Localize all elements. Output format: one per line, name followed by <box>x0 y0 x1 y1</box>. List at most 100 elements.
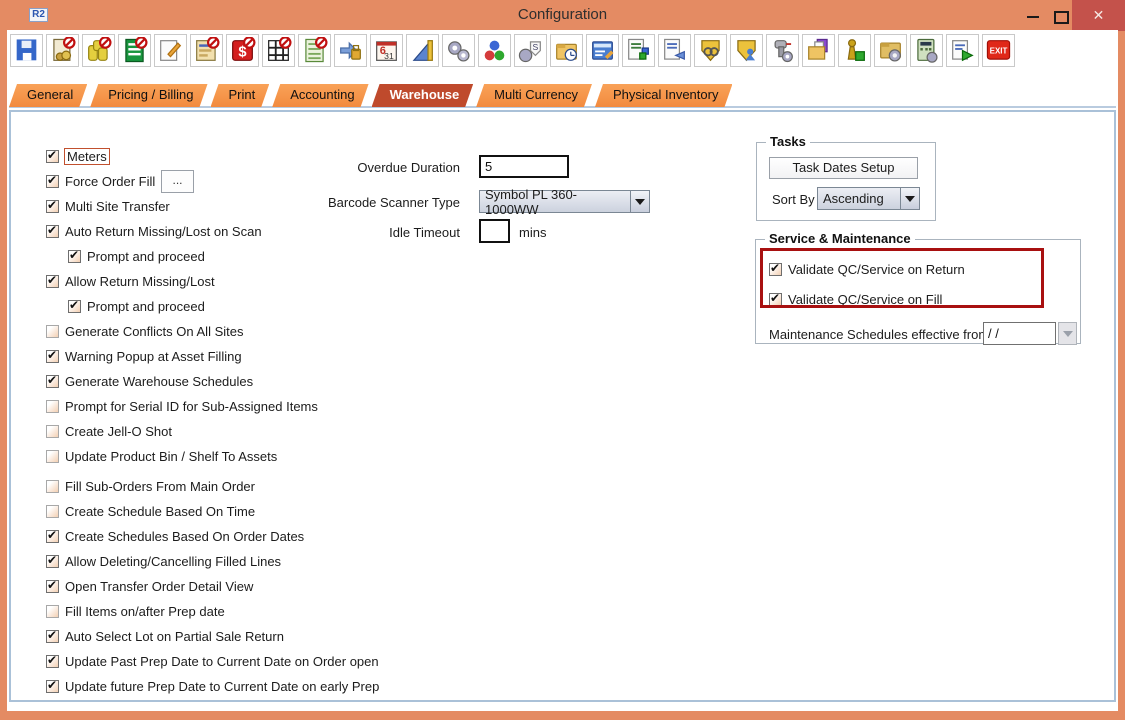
checked-checkbox[interactable] <box>46 680 59 693</box>
checked-checkbox[interactable] <box>46 580 59 593</box>
unchecked-checkbox[interactable] <box>46 505 59 518</box>
effective-from-date-picker[interactable] <box>1058 322 1077 345</box>
checkbox-row: Fill Sub-Orders From Main Order <box>46 478 255 495</box>
checkbox-row: Auto Return Missing/Lost on Scan <box>46 223 262 240</box>
checkbox-label: Force Order Fill <box>65 174 155 189</box>
barcode-scanner-type-select[interactable]: Symbol PL 360-1000WW <box>479 190 650 213</box>
chevron-down-icon[interactable] <box>630 191 649 212</box>
document-package-icon[interactable] <box>622 34 655 67</box>
unchecked-checkbox[interactable] <box>46 450 59 463</box>
checkbox-row: Allow Deleting/Cancelling Filled Lines <box>46 553 281 570</box>
checked-checkbox[interactable] <box>46 375 59 388</box>
checked-checkbox[interactable] <box>46 150 59 163</box>
checkbox-label: Fill Items on/after Prep date <box>65 604 225 619</box>
svg-text:31: 31 <box>384 51 394 61</box>
color-spheres-icon[interactable] <box>478 34 511 67</box>
checkbox-label: Update future Prep Date to Current Date … <box>65 679 379 694</box>
statue-cube-icon[interactable] <box>838 34 871 67</box>
service-maintenance-group: Service & Maintenance Validate QC/Servic… <box>755 239 1081 344</box>
chevron-down-icon[interactable] <box>900 188 919 209</box>
tab-print[interactable]: Print <box>211 84 270 107</box>
checkbox-label: Allow Return Missing/Lost <box>65 274 215 289</box>
save-icon[interactable] <box>10 34 43 67</box>
checkbox-row: Allow Return Missing/Lost <box>46 273 215 290</box>
checkbox-label: Generate Conflicts On All Sites <box>65 324 243 339</box>
checkbox-label: Open Transfer Order Detail View <box>65 579 253 594</box>
force-order-fill-options-button[interactable]: ... <box>161 170 194 193</box>
calendar-icon[interactable]: 631 <box>370 34 403 67</box>
unchecked-checkbox[interactable] <box>46 425 59 438</box>
checked-checkbox[interactable] <box>46 275 59 288</box>
unchecked-checkbox[interactable] <box>46 400 59 413</box>
order-form-icon[interactable] <box>190 34 223 67</box>
svg-text:S: S <box>533 42 539 52</box>
sort-by-select[interactable]: Ascending <box>817 187 920 210</box>
shield-user-icon[interactable] <box>730 34 763 67</box>
unchecked-checkbox[interactable] <box>46 605 59 618</box>
gears-icon[interactable] <box>442 34 475 67</box>
overdue-duration-input[interactable] <box>479 155 569 178</box>
spreadsheet-icon[interactable] <box>298 34 331 67</box>
calculator-gear-icon[interactable] <box>910 34 943 67</box>
sort-by-value: Ascending <box>818 191 900 206</box>
inventory-grid-icon[interactable] <box>262 34 295 67</box>
ruler-icon[interactable] <box>406 34 439 67</box>
checked-checkbox[interactable] <box>46 175 59 188</box>
unchecked-checkbox[interactable] <box>46 480 59 493</box>
checkbox-label: Fill Sub-Orders From Main Order <box>65 479 255 494</box>
scanner-gear-icon[interactable] <box>766 34 799 67</box>
effective-from-date-input[interactable] <box>983 322 1056 345</box>
folder-clock-icon[interactable] <box>550 34 583 67</box>
invoice-icon[interactable] <box>118 34 151 67</box>
tab-pricing-billing[interactable]: Pricing / Billing <box>90 84 207 107</box>
task-dates-setup-button[interactable]: Task Dates Setup <box>769 157 918 179</box>
checked-checkbox[interactable] <box>769 293 782 306</box>
tab-warehouse[interactable]: Warehouse <box>372 84 474 107</box>
checked-checkbox[interactable] <box>68 250 81 263</box>
tab-accounting[interactable]: Accounting <box>272 84 368 107</box>
checked-checkbox[interactable] <box>46 630 59 643</box>
checkbox-label: Create Jell-O Shot <box>65 424 172 439</box>
checkbox-label: Allow Deleting/Cancelling Filled Lines <box>65 554 281 569</box>
service-maintenance-group-title: Service & Maintenance <box>765 231 915 246</box>
checked-checkbox[interactable] <box>46 655 59 668</box>
checkbox-label: Auto Select Lot on Partial Sale Return <box>65 629 284 644</box>
checkbox-row: Open Transfer Order Detail View <box>46 578 253 595</box>
checked-checkbox[interactable] <box>46 555 59 568</box>
unchecked-checkbox[interactable] <box>46 325 59 338</box>
shield-search-icon[interactable] <box>694 34 727 67</box>
folder-documents-icon[interactable] <box>802 34 835 67</box>
lock-arrow-icon[interactable] <box>334 34 367 67</box>
tab-multi-currency[interactable]: Multi Currency <box>476 84 592 107</box>
web-form-icon[interactable] <box>586 34 619 67</box>
checked-checkbox[interactable] <box>46 350 59 363</box>
tab-physical-inventory[interactable]: Physical Inventory <box>595 84 733 107</box>
checkbox-row: Generate Warehouse Schedules <box>46 373 253 390</box>
checked-checkbox[interactable] <box>46 530 59 543</box>
folder-gear-icon[interactable] <box>874 34 907 67</box>
cash-icon[interactable] <box>82 34 115 67</box>
tasks-group: Tasks Task Dates Setup Sort By Ascending <box>756 142 936 221</box>
minimize-button[interactable] <box>1022 0 1052 30</box>
tab-general[interactable]: General <box>9 84 87 107</box>
checkbox-label: Generate Warehouse Schedules <box>65 374 253 389</box>
checked-checkbox[interactable] <box>68 300 81 313</box>
payment-icon[interactable]: $ <box>226 34 259 67</box>
checkbox-row: Prompt for Serial ID for Sub-Assigned It… <box>46 398 318 415</box>
exit-icon[interactable]: EXIT <box>982 34 1015 67</box>
idle-timeout-label: Idle Timeout <box>250 225 460 240</box>
checkbox-label: Validate QC/Service on Fill <box>788 292 942 307</box>
checked-checkbox[interactable] <box>46 225 59 238</box>
price-tag-gear-icon[interactable]: S <box>514 34 547 67</box>
checkbox-label: Update Past Prep Date to Current Date on… <box>65 654 379 669</box>
document-reply-icon[interactable] <box>658 34 691 67</box>
idle-timeout-input[interactable] <box>479 219 510 243</box>
idle-timeout-units: mins <box>519 225 546 240</box>
checked-checkbox[interactable] <box>769 263 782 276</box>
checked-checkbox[interactable] <box>46 200 59 213</box>
sales-order-icon[interactable] <box>46 34 79 67</box>
checkbox-row: Warning Popup at Asset Filling <box>46 348 242 365</box>
document-export-icon[interactable] <box>946 34 979 67</box>
edit-document-icon[interactable] <box>154 34 187 67</box>
close-button[interactable]: ✕ <box>1072 0 1125 31</box>
